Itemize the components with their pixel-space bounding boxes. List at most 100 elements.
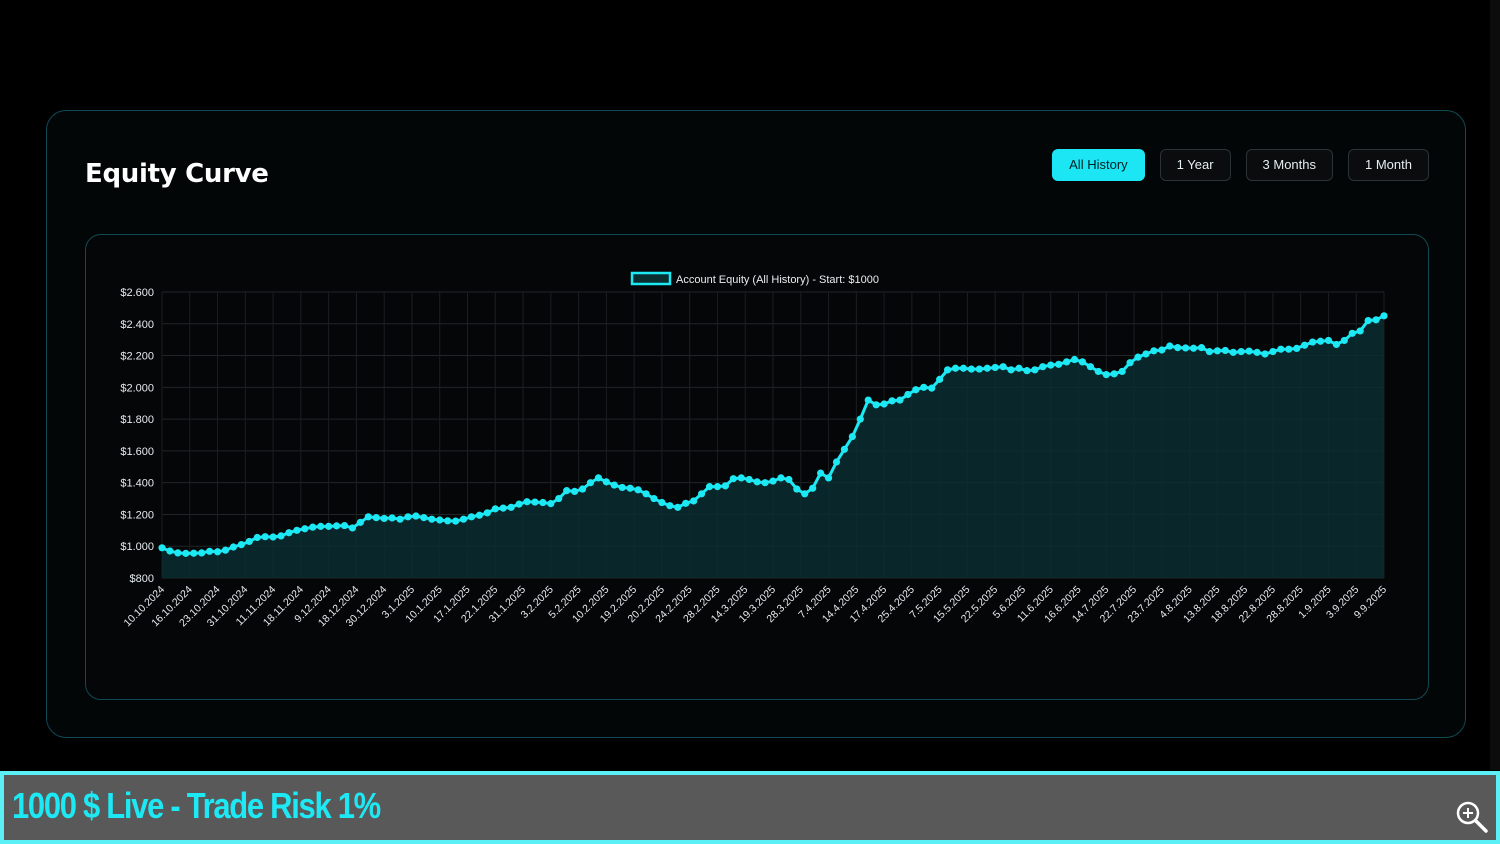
tab-3-months[interactable]: 3 Months	[1245, 149, 1334, 181]
data-point[interactable]	[436, 516, 444, 524]
data-point[interactable]	[523, 498, 531, 506]
data-point[interactable]	[1213, 347, 1221, 355]
data-point[interactable]	[1126, 359, 1134, 367]
data-point[interactable]	[920, 383, 928, 391]
data-point[interactable]	[1261, 350, 1269, 358]
data-point[interactable]	[975, 365, 983, 373]
data-point[interactable]	[848, 432, 856, 441]
data-point[interactable]	[1293, 344, 1301, 353]
data-point[interactable]	[1221, 346, 1229, 355]
data-point[interactable]	[1324, 336, 1333, 345]
data-point[interactable]	[451, 517, 460, 525]
data-point[interactable]	[642, 490, 650, 498]
data-point[interactable]	[277, 532, 285, 540]
data-point[interactable]	[578, 485, 587, 493]
tab-all-history[interactable]: All History	[1052, 149, 1145, 181]
data-point[interactable]	[1253, 348, 1261, 356]
data-point[interactable]	[856, 415, 864, 423]
data-point[interactable]	[428, 515, 436, 523]
data-point[interactable]	[1356, 327, 1364, 335]
data-point[interactable]	[356, 518, 364, 526]
data-point[interactable]	[1039, 363, 1047, 371]
data-point[interactable]	[340, 521, 349, 530]
data-point[interactable]	[1174, 344, 1182, 352]
data-point[interactable]	[388, 514, 396, 522]
data-point[interactable]	[1285, 345, 1293, 353]
data-point[interactable]	[301, 525, 309, 533]
data-point[interactable]	[380, 514, 388, 523]
data-point[interactable]	[586, 479, 595, 487]
data-point[interactable]	[1062, 358, 1071, 366]
data-point[interactable]	[928, 384, 936, 392]
data-point[interactable]	[1134, 353, 1142, 361]
data-point[interactable]	[824, 474, 833, 482]
data-point[interactable]	[499, 504, 507, 512]
data-point[interactable]	[817, 469, 825, 477]
data-point[interactable]	[618, 483, 626, 492]
data-point[interactable]	[967, 365, 975, 373]
data-point[interactable]	[1372, 316, 1380, 324]
data-point[interactable]	[182, 549, 190, 557]
data-point[interactable]	[483, 509, 491, 517]
data-point[interactable]	[1166, 342, 1174, 350]
data-point[interactable]	[610, 481, 618, 489]
data-point[interactable]	[1229, 348, 1237, 356]
data-point[interactable]	[372, 514, 380, 522]
data-point[interactable]	[1102, 371, 1110, 379]
data-point[interactable]	[1205, 347, 1214, 356]
data-point[interactable]	[420, 514, 428, 522]
data-point[interactable]	[1380, 312, 1388, 320]
data-point[interactable]	[158, 544, 166, 552]
data-point[interactable]	[1070, 355, 1079, 364]
data-point[interactable]	[793, 485, 801, 493]
data-point[interactable]	[531, 498, 539, 506]
data-point[interactable]	[896, 396, 904, 404]
data-point[interactable]	[1348, 329, 1356, 337]
data-point[interactable]	[959, 364, 968, 372]
data-point[interactable]	[325, 522, 333, 530]
data-point[interactable]	[690, 497, 698, 505]
data-point[interactable]	[309, 523, 317, 531]
data-point[interactable]	[213, 548, 222, 556]
data-point[interactable]	[491, 505, 499, 513]
data-point[interactable]	[713, 483, 722, 491]
data-point[interactable]	[697, 490, 706, 498]
data-point[interactable]	[190, 549, 198, 557]
data-point[interactable]	[674, 503, 682, 511]
data-point[interactable]	[237, 541, 245, 549]
data-point[interactable]	[832, 458, 841, 466]
data-point[interactable]	[475, 511, 484, 519]
data-point[interactable]	[634, 486, 642, 494]
data-point[interactable]	[206, 547, 214, 555]
data-point[interactable]	[991, 363, 999, 372]
data-point[interactable]	[1118, 367, 1126, 376]
data-point[interactable]	[769, 477, 777, 485]
tab-1-year[interactable]: 1 Year	[1159, 149, 1231, 181]
data-point[interactable]	[547, 500, 555, 508]
data-point[interactable]	[729, 475, 737, 483]
zoom-in-icon[interactable]	[1454, 799, 1490, 835]
data-point[interactable]	[682, 499, 690, 507]
tab-1-month[interactable]: 1 Month	[1348, 149, 1429, 181]
data-point[interactable]	[1277, 345, 1285, 353]
data-point[interactable]	[396, 515, 404, 523]
data-point[interactable]	[1364, 317, 1372, 325]
data-point[interactable]	[444, 517, 452, 525]
data-point[interactable]	[412, 512, 420, 520]
data-point[interactable]	[1308, 338, 1317, 346]
data-point[interactable]	[245, 537, 253, 546]
data-point[interactable]	[594, 474, 603, 482]
data-point[interactable]	[753, 478, 761, 486]
data-point[interactable]	[229, 543, 238, 551]
data-point[interactable]	[1269, 347, 1277, 356]
chart-legend[interactable]: Account Equity (All History) - Start: $1…	[630, 271, 879, 286]
data-point[interactable]	[745, 475, 753, 484]
data-point[interactable]	[198, 549, 206, 557]
data-point[interactable]	[317, 522, 325, 530]
data-point[interactable]	[1316, 337, 1325, 345]
data-point[interactable]	[293, 526, 301, 534]
data-point[interactable]	[888, 397, 896, 405]
data-point[interactable]	[602, 478, 610, 486]
data-point[interactable]	[253, 533, 261, 542]
data-point[interactable]	[166, 547, 174, 555]
